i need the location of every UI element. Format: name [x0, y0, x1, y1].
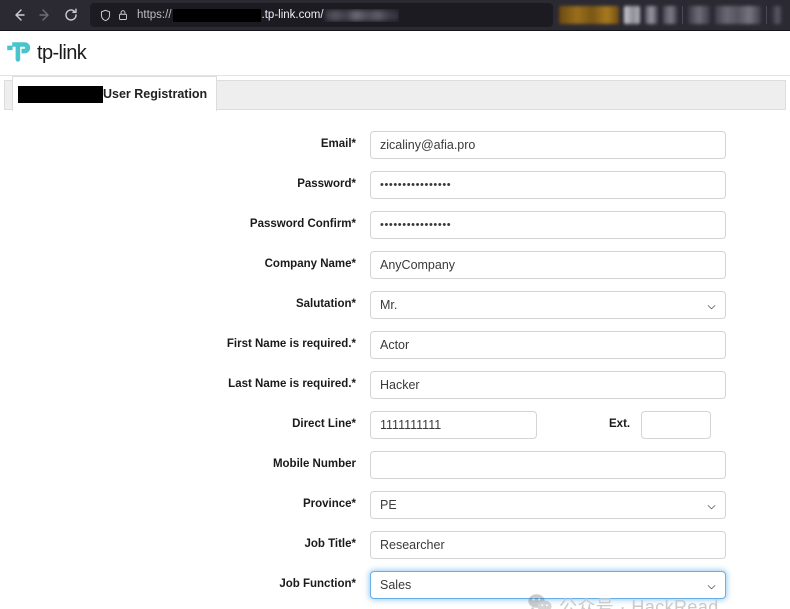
tp-link-logo[interactable]: tp-link	[4, 36, 87, 71]
direct-line-value: 1111111111	[380, 418, 442, 432]
extension-icon-3[interactable]	[663, 6, 677, 24]
form-row-direct-line: Direct Line* 1111111111 Ext.	[0, 411, 790, 439]
company-name-field[interactable]: AnyCompany	[370, 251, 726, 279]
user-registration-form: Email* zicaliny@afia.pro Password* •••••…	[0, 110, 790, 609]
tp-link-logo-text: tp-link	[37, 42, 87, 64]
password-confirm-value: ••••••••••••••••	[380, 219, 452, 231]
form-row-email: Email* zicaliny@afia.pro	[0, 131, 790, 159]
label-last-name: Last Name is required.*	[228, 378, 356, 391]
email-field[interactable]: zicaliny@afia.pro	[370, 131, 726, 159]
job-function-select[interactable]: Sales	[370, 571, 726, 599]
url-bar[interactable]: https:// .tp-link.com/	[90, 3, 553, 27]
label-company-name: Company Name*	[264, 258, 356, 271]
password-confirm-field[interactable]: ••••••••••••••••	[370, 211, 726, 239]
form-row-first-name: First Name is required.* Actor	[0, 331, 790, 359]
label-password-confirm: Password Confirm*	[249, 218, 356, 231]
label-job-title: Job Title*	[304, 538, 356, 551]
url-scheme: https://	[137, 9, 172, 21]
label-email: Email*	[320, 138, 356, 151]
extension-icon-5[interactable]	[715, 6, 761, 24]
label-direct-line: Direct Line*	[292, 418, 356, 431]
tp-link-logo-mark	[4, 36, 34, 71]
site-header: tp-link	[0, 31, 790, 76]
ext-field[interactable]	[641, 411, 712, 439]
label-job-function: Job Function*	[279, 578, 356, 591]
tab-redacted-prefix	[18, 85, 103, 103]
toolbar-divider-2	[766, 6, 767, 24]
reload-icon	[63, 7, 79, 23]
forward-arrow-icon	[37, 7, 53, 23]
first-name-field[interactable]: Actor	[370, 331, 726, 359]
label-ext: Ext.	[609, 418, 631, 431]
url-redacted-subdomain	[172, 8, 261, 22]
page-content: tp-link User Registration Email* zicalin…	[0, 31, 790, 609]
browser-toolbar: https:// .tp-link.com/	[0, 0, 790, 31]
job-function-value: Sales	[380, 578, 412, 592]
job-title-value: Researcher	[380, 538, 445, 552]
province-select[interactable]: PE	[370, 491, 726, 519]
form-row-job-title: Job Title* Researcher	[0, 531, 790, 559]
job-title-field[interactable]: Researcher	[370, 531, 726, 559]
email-value: zicaliny@afia.pro	[380, 138, 476, 152]
shield-icon[interactable]	[96, 6, 114, 24]
tab-label: User Registration	[103, 87, 208, 101]
label-first-name: First Name is required.*	[226, 338, 356, 351]
reload-button[interactable]	[58, 2, 84, 28]
province-value: PE	[380, 498, 397, 512]
tab-user-registration[interactable]: User Registration	[12, 76, 218, 111]
label-mobile-number: Mobile Number	[272, 458, 356, 471]
form-row-province: Province* PE	[0, 491, 790, 519]
last-name-value: Hacker	[380, 378, 420, 392]
salutation-select[interactable]: Mr.	[370, 291, 726, 319]
label-salutation: Salutation*	[295, 298, 356, 311]
label-password: Password*	[297, 178, 356, 191]
mobile-number-field[interactable]	[370, 451, 726, 479]
forward-button[interactable]	[32, 2, 58, 28]
chevron-down-icon	[707, 501, 716, 510]
form-row-company-name: Company Name* AnyCompany	[0, 251, 790, 279]
extension-icon-2[interactable]	[645, 6, 658, 24]
password-value: ••••••••••••••••	[380, 179, 452, 191]
last-name-field[interactable]: Hacker	[370, 371, 726, 399]
salutation-value: Mr.	[380, 298, 398, 312]
direct-line-field[interactable]: 1111111111	[370, 411, 537, 439]
form-row-salutation: Salutation* Mr.	[0, 291, 790, 319]
chevron-down-icon	[707, 301, 716, 310]
menu-button[interactable]	[772, 6, 782, 24]
extension-icon-amber[interactable]	[559, 6, 619, 24]
padlock-icon[interactable]	[114, 6, 132, 24]
form-row-last-name: Last Name is required.* Hacker	[0, 371, 790, 399]
form-row-password: Password* ••••••••••••••••	[0, 171, 790, 199]
url-text: https:// .tp-link.com/	[137, 8, 399, 22]
extension-icon-1[interactable]	[624, 6, 640, 24]
password-field[interactable]: ••••••••••••••••	[370, 171, 726, 199]
back-button[interactable]	[6, 2, 32, 28]
back-arrow-icon	[11, 7, 27, 23]
toolbar-extensions	[559, 6, 784, 24]
first-name-value: Actor	[380, 338, 410, 352]
form-row-mobile-number: Mobile Number	[0, 451, 790, 479]
form-row-password-confirm: Password Confirm* ••••••••••••••••	[0, 211, 790, 239]
label-province: Province*	[302, 498, 356, 511]
toolbar-divider	[682, 6, 683, 24]
form-row-job-function: Job Function* Sales	[0, 571, 790, 599]
chevron-down-icon	[707, 581, 716, 590]
tab-strip: User Registration	[4, 76, 786, 111]
company-name-value: AnyCompany	[380, 258, 456, 272]
url-blurred-path	[324, 9, 399, 21]
url-domain: .tp-link.com/	[261, 9, 324, 21]
extension-icon-4[interactable]	[688, 6, 710, 24]
